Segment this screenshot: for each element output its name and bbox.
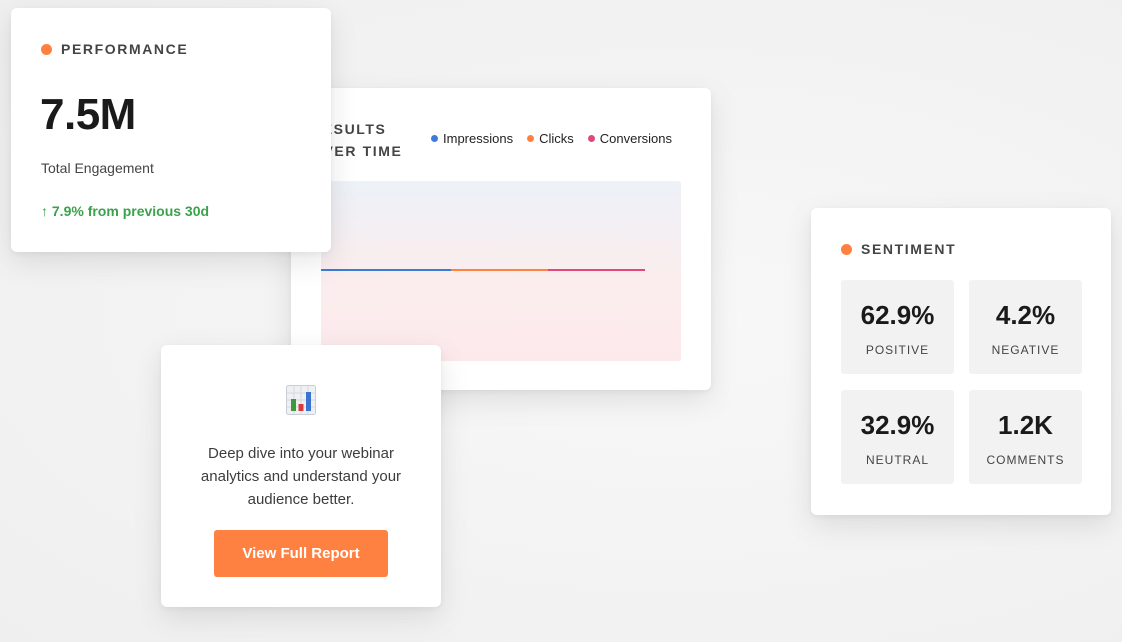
tile-label: POSITIVE	[865, 343, 930, 357]
tile-value: 62.9%	[860, 300, 935, 330]
sentiment-tile-comments: 1.2K COMMENTS	[969, 390, 1082, 484]
sentiment-tile-neutral: 32.9% NEUTRAL	[841, 390, 954, 484]
report-description: Deep dive into your webinar analytics an…	[200, 445, 402, 508]
sentiment-tile-negative: 4.2% NEGATIVE	[969, 280, 1082, 374]
performance-title: PERFORMANCE	[61, 41, 189, 57]
sentiment-header: SENTIMENT	[841, 241, 956, 257]
report-card: Deep dive into your webinar analytics an…	[161, 345, 441, 607]
status-dot-icon	[841, 243, 852, 255]
tile-value: 4.2%	[995, 300, 1056, 330]
sentiment-tile-positive: 62.9% POSITIVE	[841, 280, 954, 374]
tile-value: 32.9%	[860, 410, 935, 440]
performance-change: ↑ 7.9% from previous 30d	[41, 203, 210, 219]
performance-card: PERFORMANCE 7.5M Total Engagement ↑ 7.9%…	[11, 8, 331, 252]
performance-header: PERFORMANCE	[41, 41, 188, 57]
bar-chart-icon	[286, 385, 316, 415]
tile-label: COMMENTS	[986, 453, 1065, 467]
sentiment-title: SENTIMENT	[861, 241, 957, 257]
tile-label: NEUTRAL	[865, 453, 929, 467]
view-full-report-button[interactable]: View Full Report	[214, 530, 388, 577]
performance-value: 7.5M	[40, 90, 136, 139]
sentiment-card: SENTIMENT 62.9% POSITIVE 4.2% NEGATIVE 3…	[811, 208, 1111, 515]
performance-label: Total Engagement	[41, 160, 154, 176]
status-dot-icon	[41, 43, 52, 55]
tile-label: NEGATIVE	[991, 343, 1060, 357]
tile-value: 1.2K	[998, 410, 1053, 440]
